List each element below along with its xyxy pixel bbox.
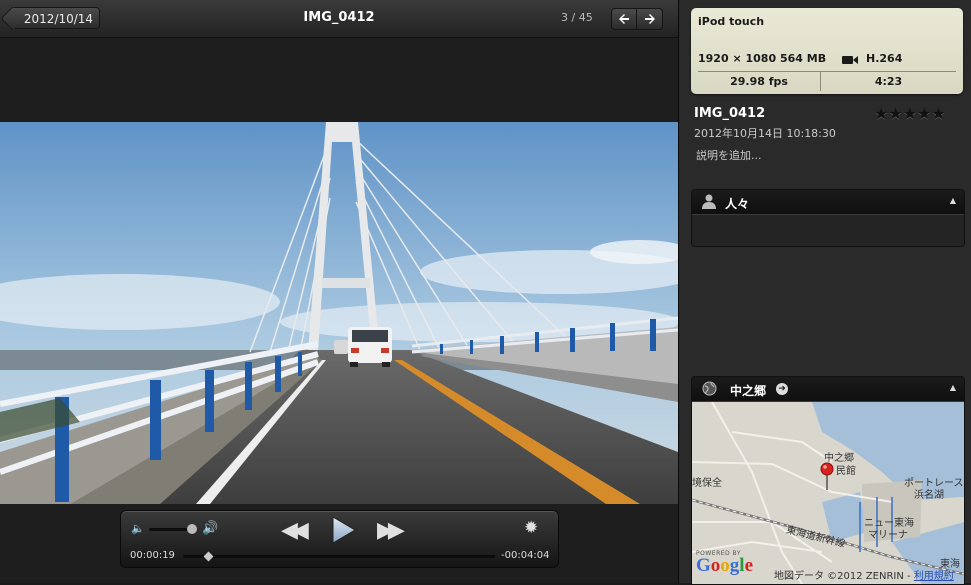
map-label-lake: 浜名湖 bbox=[914, 490, 944, 501]
video-player-controls: 🔈 🔊 ◀◀ ▶▶ ✹ 00:00:19 -00:04:04 bbox=[120, 510, 559, 568]
map-copyright: 地図データ ©2012 ZENRIN - 利用規約 bbox=[774, 567, 954, 582]
video-image bbox=[0, 122, 678, 504]
map-label-harbor: 境保全 bbox=[692, 478, 722, 489]
fast-forward-icon[interactable]: ▶▶ bbox=[377, 518, 405, 543]
photo-viewer: 2012/10/14 IMG_0412 3 / 45 🔈 🔊 ◀◀ ▶▶ ✹ 0… bbox=[0, 0, 678, 583]
photo-datetime: 2012年10月14日 10:18:30 bbox=[694, 127, 836, 140]
elapsed-time: 00:00:19 bbox=[130, 550, 175, 561]
video-codec: H.264 bbox=[866, 52, 903, 65]
location-map[interactable]: 中之郷 民館 境保全 ポートレース 浜名湖 ニュー東海 マリーナ 東海道新幹線 … bbox=[692, 401, 964, 584]
people-title: 人々 bbox=[725, 197, 750, 211]
location-arrow-icon[interactable]: ➜ bbox=[776, 383, 788, 395]
speaker-low-icon[interactable]: 🔈 bbox=[131, 522, 145, 535]
rewind-icon[interactable]: ◀◀ bbox=[281, 518, 309, 543]
rating-stars[interactable]: ★★★★★ bbox=[874, 104, 946, 123]
play-icon bbox=[332, 516, 356, 544]
info-pane: iPod touch 1920 × 1080 564 MB H.264 29.9… bbox=[679, 0, 971, 585]
volume-knob[interactable] bbox=[187, 524, 197, 534]
gear-icon[interactable]: ✹ bbox=[524, 518, 538, 538]
resolution: 1920 × 1080 bbox=[698, 52, 777, 65]
speaker-high-icon[interactable]: 🔊 bbox=[202, 521, 218, 536]
photo-counter: 3 / 45 bbox=[561, 11, 593, 24]
next-photo-button[interactable] bbox=[637, 8, 663, 30]
arrow-left-icon bbox=[619, 14, 629, 24]
card-divider bbox=[698, 71, 956, 72]
camera-model: iPod touch bbox=[698, 15, 765, 28]
description-field[interactable]: 説明を追加... bbox=[696, 147, 762, 163]
scrub-playhead[interactable] bbox=[203, 551, 214, 562]
map-label-marina-2: マリーナ bbox=[868, 530, 908, 541]
location-panel-header[interactable]: 中之郷 ➜ ▲ bbox=[692, 377, 964, 402]
camera-info-card: iPod touch 1920 × 1080 564 MB H.264 29.9… bbox=[691, 8, 963, 94]
video-camera-icon bbox=[842, 56, 858, 64]
location-title: 中之郷 bbox=[730, 384, 767, 398]
person-icon bbox=[702, 194, 716, 209]
photo-title[interactable]: IMG_0412 bbox=[694, 106, 765, 121]
collapse-icon[interactable]: ▲ bbox=[950, 196, 956, 205]
people-panel: 人々 ▲ bbox=[691, 189, 965, 247]
collapse-icon[interactable]: ▲ bbox=[950, 383, 956, 392]
map-terms-link[interactable]: 利用規約 bbox=[914, 571, 954, 582]
previous-photo-button[interactable] bbox=[611, 8, 637, 30]
map-label-hall: 民館 bbox=[836, 466, 856, 477]
duration: 4:23 bbox=[874, 75, 903, 88]
scrub-bar[interactable] bbox=[183, 555, 495, 558]
viewer-toolbar: 2012/10/14 IMG_0412 3 / 45 bbox=[0, 0, 678, 38]
map-copyright-text: 地図データ ©2012 ZENRIN - bbox=[774, 571, 911, 582]
play-button[interactable] bbox=[327, 514, 359, 550]
arrow-right-icon bbox=[644, 14, 655, 24]
google-logo: POWERED BY Google bbox=[696, 550, 753, 575]
video-frame[interactable] bbox=[0, 122, 678, 504]
frame-rate: 29.98 fps bbox=[730, 75, 788, 88]
globe-icon bbox=[702, 381, 717, 396]
file-size: 564 MB bbox=[780, 52, 827, 65]
photo-nav bbox=[611, 8, 663, 30]
people-panel-header[interactable]: 人々 ▲ bbox=[692, 190, 964, 215]
remaining-time: -00:04:04 bbox=[501, 550, 550, 561]
location-panel: 中之郷 ➜ ▲ 中之郷 民館 境保全 ポートレース 浜名湖 ニュー東海 マリーナ… bbox=[691, 376, 965, 585]
google-wordmark: Google bbox=[696, 555, 753, 576]
